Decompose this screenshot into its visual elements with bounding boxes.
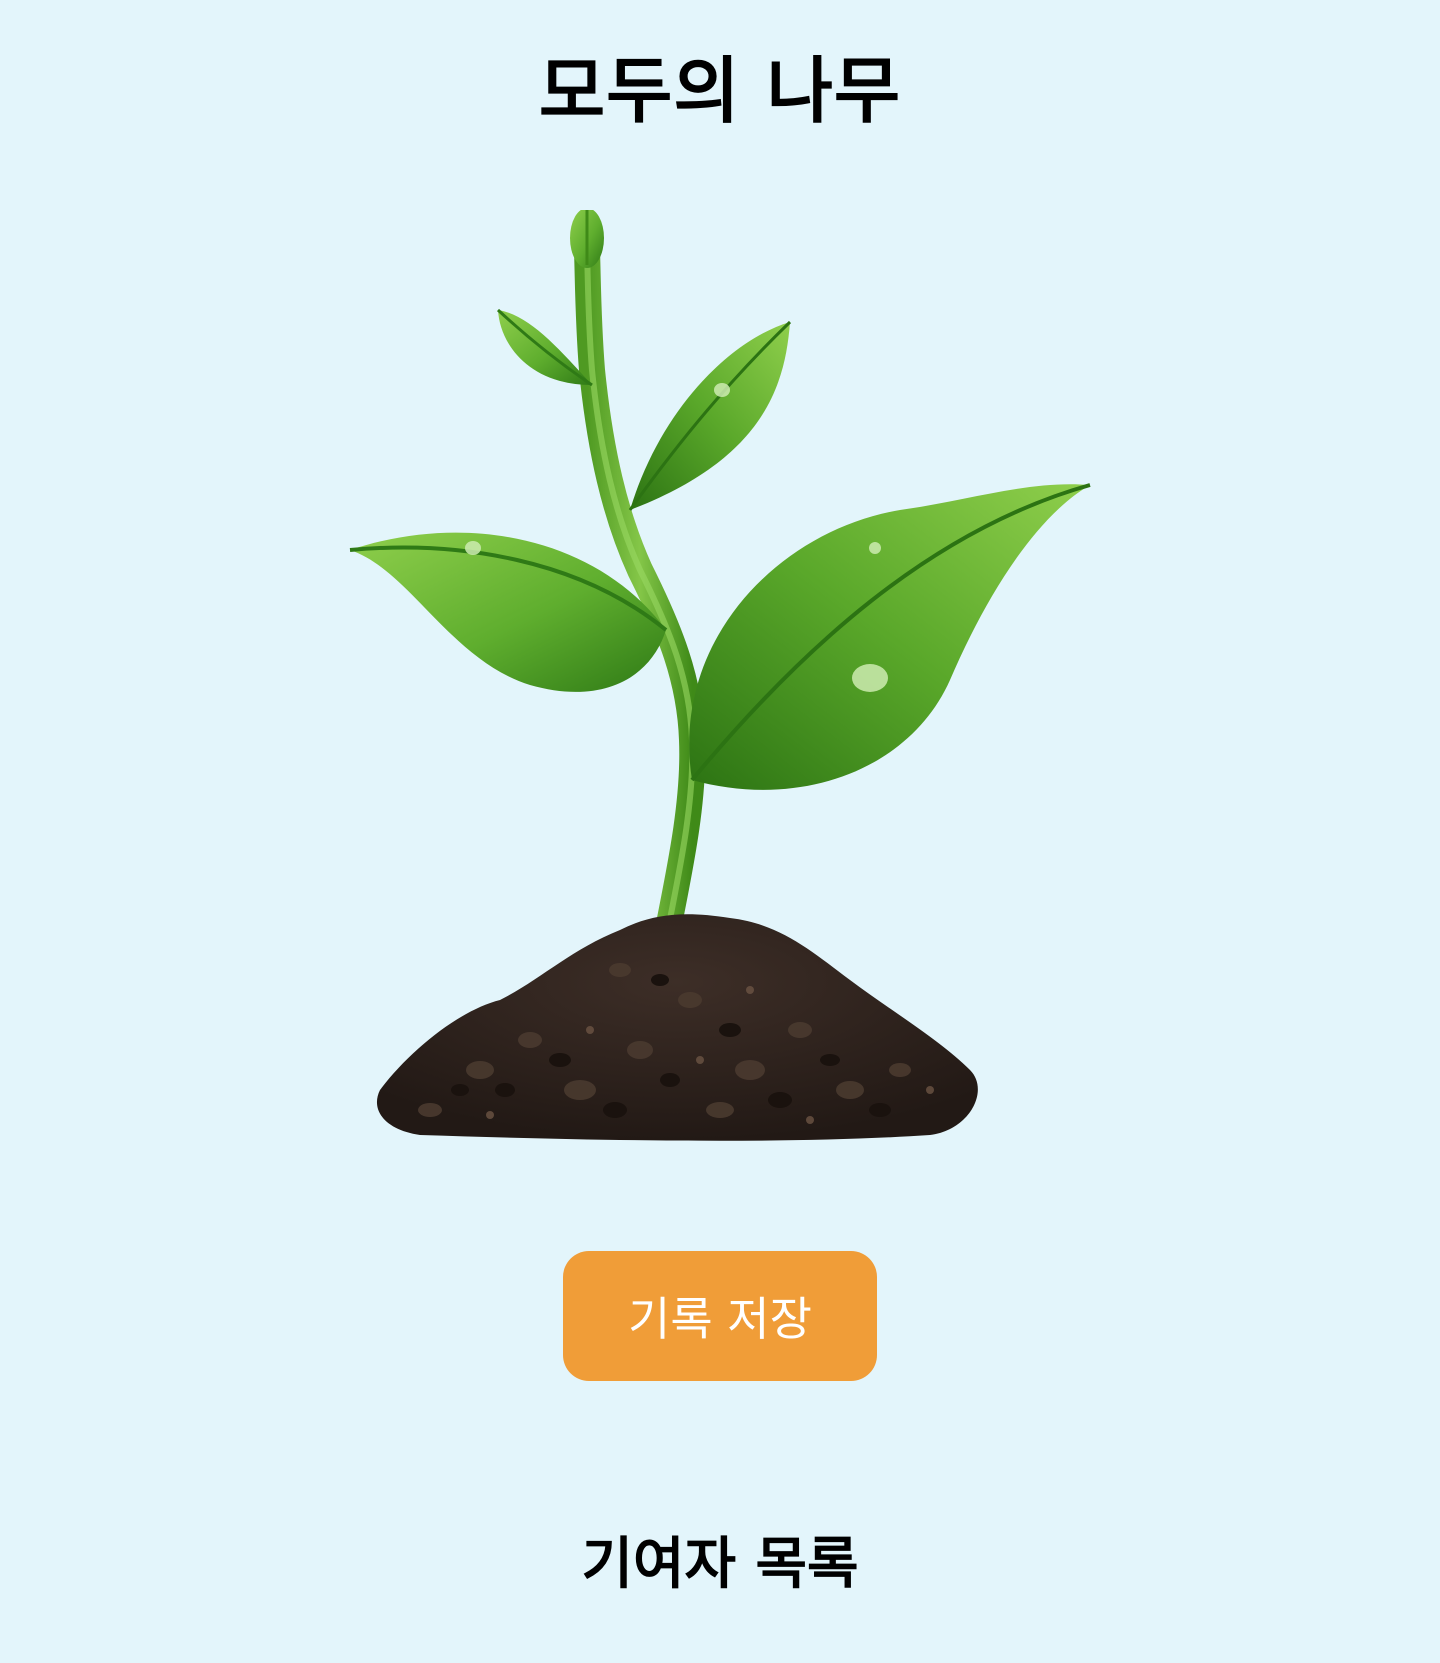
seedling-in-soil-icon — [330, 210, 1110, 1160]
page: 모두의 나무 기록 저장 기여자 목록 — [0, 0, 1440, 1663]
save-record-button[interactable]: 기록 저장 — [563, 1251, 877, 1381]
page-title: 모두의 나무 — [538, 49, 902, 133]
contributors-heading: 기여자 목록 — [581, 1532, 859, 1597]
